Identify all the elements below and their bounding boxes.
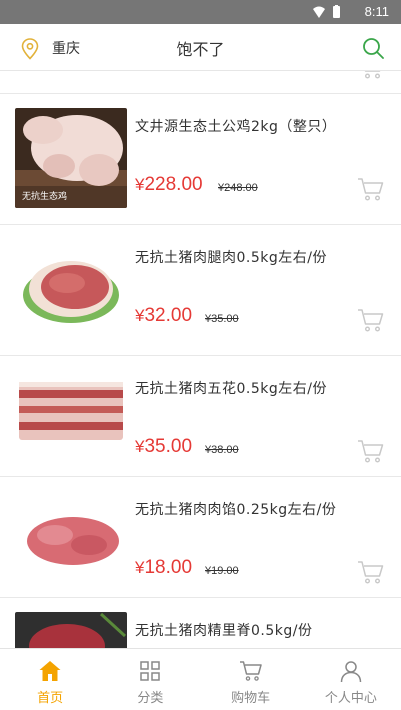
product-image-minced-pork[interactable] — [15, 497, 127, 577]
product-name[interactable]: 无抗土猪肉五花0.5kg左右/份 — [135, 378, 327, 398]
product-name[interactable]: 无抗土猪肉肉馅0.25kg左右/份 — [135, 499, 336, 519]
tab-label: 个人中心 — [324, 691, 377, 706]
wifi-icon — [313, 6, 325, 18]
status-icons — [313, 5, 340, 18]
add-to-cart-icon[interactable] — [357, 438, 385, 464]
add-to-cart-icon[interactable] — [357, 71, 385, 80]
status-bar: 8:11 — [0, 0, 401, 24]
add-to-cart-icon[interactable] — [357, 176, 385, 202]
page-title: 饱不了 — [176, 40, 225, 59]
cart-icon — [239, 661, 262, 681]
list-item[interactable]: 无抗生态鸡 文井源生态土公鸡2kg（整只） ¥228.00 ¥248.00 — [0, 94, 401, 225]
tab-label: 首页 — [37, 691, 64, 706]
list-item[interactable]: 无抗土猪肉肉馅0.25kg左右/份 ¥18.00 ¥19.00 — [0, 477, 401, 598]
product-name[interactable]: 文井源生态土公鸡2kg（整只） — [135, 116, 336, 136]
category-icon — [140, 661, 161, 681]
product-price: ¥35.00 — [135, 436, 193, 457]
original-price: ¥248.00 — [218, 182, 258, 194]
home-icon — [39, 661, 61, 681]
product-image-overlay: 无抗生态鸡 — [22, 190, 67, 202]
list-item[interactable]: ¥ — [0, 71, 401, 94]
add-to-cart-icon[interactable] — [357, 559, 385, 585]
user-icon — [340, 661, 362, 683]
product-price: ¥228.00 — [135, 174, 203, 195]
list-item[interactable]: 无抗土猪肉腿肉0.5kg左右/份 ¥32.00 ¥35.00 — [0, 225, 401, 356]
product-price: ¥ — [135, 71, 144, 72]
product-image-pork-leg[interactable] — [15, 239, 127, 339]
list-item[interactable]: 无抗土猪肉精里脊0.5kg/份 — [0, 598, 401, 648]
product-list[interactable]: ¥ 无抗生态鸡 — [0, 71, 401, 648]
tab-profile[interactable]: 个人中心 — [301, 649, 401, 710]
original-price: ¥35.00 — [205, 313, 239, 325]
battery-icon — [333, 6, 340, 18]
product-image-pork-belly[interactable] — [15, 372, 127, 446]
bottom-tabbar: 首页 分类 购物车 个人中心 — [0, 648, 401, 710]
product-image-chicken[interactable]: 无抗生态鸡 — [15, 108, 127, 208]
tab-home[interactable]: 首页 — [0, 649, 100, 710]
search-icon[interactable] — [361, 36, 385, 60]
status-time: 8:11 — [364, 4, 389, 19]
product-image-tenderloin[interactable] — [15, 612, 127, 648]
tab-label: 购物车 — [231, 691, 271, 706]
product-name[interactable]: 无抗土猪肉腿肉0.5kg左右/份 — [135, 247, 327, 267]
original-price: ¥38.00 — [205, 444, 239, 456]
tab-label: 分类 — [137, 691, 164, 706]
product-name[interactable]: 无抗土猪肉精里脊0.5kg/份 — [135, 620, 312, 640]
original-price: ¥19.00 — [205, 565, 239, 577]
product-price: ¥18.00 — [135, 557, 193, 578]
list-item[interactable]: 无抗土猪肉五花0.5kg左右/份 ¥35.00 ¥38.00 — [0, 356, 401, 477]
tab-category[interactable]: 分类 — [100, 649, 200, 710]
add-to-cart-icon[interactable] — [357, 307, 385, 333]
app-header: 重庆 饱不了 — [0, 24, 401, 71]
product-price: ¥32.00 — [135, 305, 193, 326]
tab-cart[interactable]: 购物车 — [201, 649, 301, 710]
